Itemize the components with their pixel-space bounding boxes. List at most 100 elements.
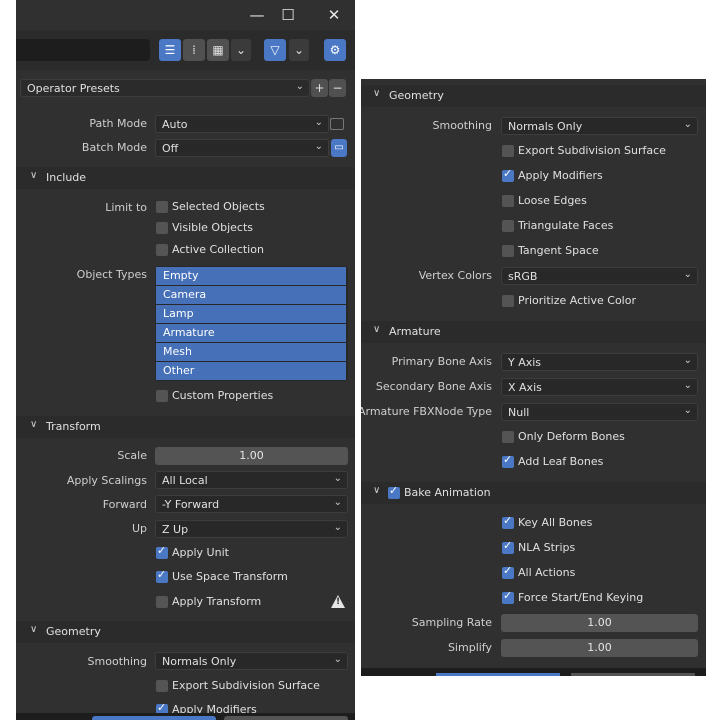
close-button[interactable]: ✕: [321, 3, 347, 27]
embed-textures-icon[interactable]: [330, 118, 344, 130]
loose-edges-label: Loose Edges: [518, 194, 587, 207]
apply-scalings-value: All Local: [162, 474, 208, 487]
simplify-slider[interactable]: 1.00: [501, 639, 698, 657]
geometry-section-header[interactable]: ∨ Geometry: [361, 85, 706, 107]
chevron-down-icon: ⌄: [683, 269, 692, 280]
filter-button[interactable]: ▽: [264, 39, 286, 61]
minimize-button[interactable]: —: [244, 3, 270, 27]
add-leaf-bones-checkbox[interactable]: [502, 453, 514, 468]
batch-mode-dropdown[interactable]: Off ⌄: [155, 139, 329, 157]
apply-transform-checkbox[interactable]: [156, 596, 168, 608]
object-type-mesh[interactable]: Mesh: [156, 343, 346, 361]
tangent-space-checkbox[interactable]: [502, 245, 514, 257]
apply-scalings-dropdown[interactable]: All Local ⌄: [155, 471, 348, 489]
path-mode-dropdown[interactable]: Auto ⌄: [155, 115, 329, 133]
display-mode-dropdown[interactable]: ⌄: [231, 39, 251, 61]
force-keying-checkbox[interactable]: [502, 589, 514, 604]
export-settings-panel-left: — ☐ ✕ ☰ ⁞ ▦ ⌄ ▽ ⌄ ⚙ Operator Presets ⌄ +…: [16, 0, 355, 720]
triangulate-faces-checkbox[interactable]: [502, 220, 514, 232]
custom-properties-label: Custom Properties: [172, 389, 274, 402]
object-type-armature[interactable]: Armature: [156, 324, 346, 342]
maximize-button[interactable]: ☐: [275, 3, 301, 27]
secondary-bone-axis-label: Secondary Bone Axis: [375, 380, 492, 393]
object-types-list: Empty Camera Lamp Armature Mesh Other: [155, 266, 348, 381]
apply-unit-checkbox[interactable]: [156, 544, 168, 559]
up-label: Up: [131, 522, 147, 535]
filter-icon: ▽: [270, 43, 280, 57]
apply-modifiers-checkbox[interactable]: [502, 167, 514, 182]
loose-edges-checkbox[interactable]: [502, 195, 514, 207]
geometry-section-title: Geometry: [389, 89, 444, 102]
add-preset-button[interactable]: +: [311, 79, 328, 97]
export-subdivision-checkbox[interactable]: [502, 145, 514, 157]
active-collection-checkbox[interactable]: [156, 244, 168, 256]
geometry-section-header[interactable]: ∨ Geometry: [16, 621, 355, 643]
chevron-down-icon: ⌄: [333, 522, 342, 533]
custom-properties-checkbox[interactable]: [156, 390, 168, 402]
forward-dropdown[interactable]: -Y Forward ⌄: [155, 495, 348, 513]
prioritize-active-color-label: Prioritize Active Color: [518, 294, 636, 307]
selected-objects-checkbox[interactable]: [156, 201, 168, 213]
object-type-other[interactable]: Other: [156, 362, 346, 380]
object-type-lamp[interactable]: Lamp: [156, 305, 346, 323]
apply-modifiers-label: Apply Modifiers: [518, 169, 603, 182]
batch-mode-label: Batch Mode: [81, 141, 147, 154]
bake-animation-checkbox[interactable]: [388, 484, 400, 499]
cancel-button[interactable]: [224, 716, 348, 720]
export-subdivision-label: Export Subdivision Surface: [518, 144, 666, 157]
armature-node-type-dropdown[interactable]: Null ⌄: [501, 403, 698, 421]
chevron-down-icon: ∨: [30, 624, 38, 635]
all-actions-checkbox[interactable]: [502, 564, 514, 579]
chevron-down-icon: ⌄: [235, 43, 247, 57]
apply-scalings-label: Apply Scalings: [66, 474, 147, 487]
operator-presets-label: Operator Presets: [27, 82, 120, 95]
prioritize-active-color-checkbox[interactable]: [502, 295, 514, 307]
transform-section-header[interactable]: ∨ Transform: [16, 416, 355, 438]
filename-field[interactable]: [16, 39, 150, 61]
nla-strips-checkbox[interactable]: [502, 539, 514, 554]
transform-section-title: Transform: [46, 420, 101, 433]
thumbnail-view-button[interactable]: ▦: [207, 39, 229, 61]
smoothing-dropdown[interactable]: Normals Only ⌄: [155, 652, 348, 670]
operator-presets-dropdown[interactable]: Operator Presets ⌄: [20, 79, 310, 97]
vertex-colors-dropdown[interactable]: sRGB ⌄: [501, 267, 698, 285]
cancel-button[interactable]: [571, 673, 695, 676]
include-section-header[interactable]: ∨ Include: [16, 167, 355, 189]
vertical-list-view-button[interactable]: ☰: [159, 39, 181, 61]
export-button[interactable]: [436, 673, 560, 676]
smoothing-dropdown[interactable]: Normals Only ⌄: [501, 117, 698, 135]
horizontal-list-view-button[interactable]: ⁞: [183, 39, 205, 61]
smoothing-label: Smoothing: [87, 655, 147, 668]
smoothing-label: Smoothing: [432, 119, 492, 132]
filter-options-dropdown[interactable]: ⌄: [289, 39, 309, 61]
export-button[interactable]: [92, 716, 216, 720]
forward-value: -Y Forward: [162, 498, 220, 511]
include-section-title: Include: [46, 171, 87, 184]
chevron-down-icon: ⌄: [683, 355, 692, 366]
object-type-camera[interactable]: Camera: [156, 286, 346, 304]
scale-slider[interactable]: 1.00: [155, 447, 348, 465]
armature-section-header[interactable]: ∨ Armature: [361, 321, 706, 343]
bake-animation-section-header[interactable]: ∨ Bake Animation: [361, 482, 706, 504]
export-subdivision-checkbox[interactable]: [156, 680, 168, 692]
batch-own-dir-button[interactable]: ▭: [331, 139, 347, 157]
simplify-label: Simplify: [447, 641, 492, 654]
remove-preset-button[interactable]: −: [329, 79, 346, 97]
visible-objects-checkbox[interactable]: [156, 222, 168, 234]
up-dropdown[interactable]: Z Up ⌄: [155, 520, 348, 538]
only-deform-bones-checkbox[interactable]: [502, 431, 514, 443]
secondary-bone-axis-dropdown[interactable]: X Axis ⌄: [501, 378, 698, 396]
chevron-down-icon: ⌄: [333, 654, 342, 665]
active-collection-label: Active Collection: [172, 243, 264, 256]
chevron-down-icon: ∨: [373, 324, 381, 335]
sampling-rate-slider[interactable]: 1.00: [501, 614, 698, 632]
settings-button[interactable]: ⚙: [324, 39, 346, 61]
batch-mode-value: Off: [162, 142, 179, 155]
primary-bone-axis-dropdown[interactable]: Y Axis ⌄: [501, 353, 698, 371]
object-type-empty[interactable]: Empty: [156, 267, 346, 285]
chevron-down-icon: ⌄: [683, 380, 692, 391]
chevron-down-icon: ⌄: [333, 497, 342, 508]
export-settings-panel-right: ∨ Geometry Smoothing Normals Only ⌄ Expo…: [361, 79, 706, 676]
key-all-bones-checkbox[interactable]: [502, 514, 514, 529]
use-space-transform-checkbox[interactable]: [156, 568, 168, 583]
